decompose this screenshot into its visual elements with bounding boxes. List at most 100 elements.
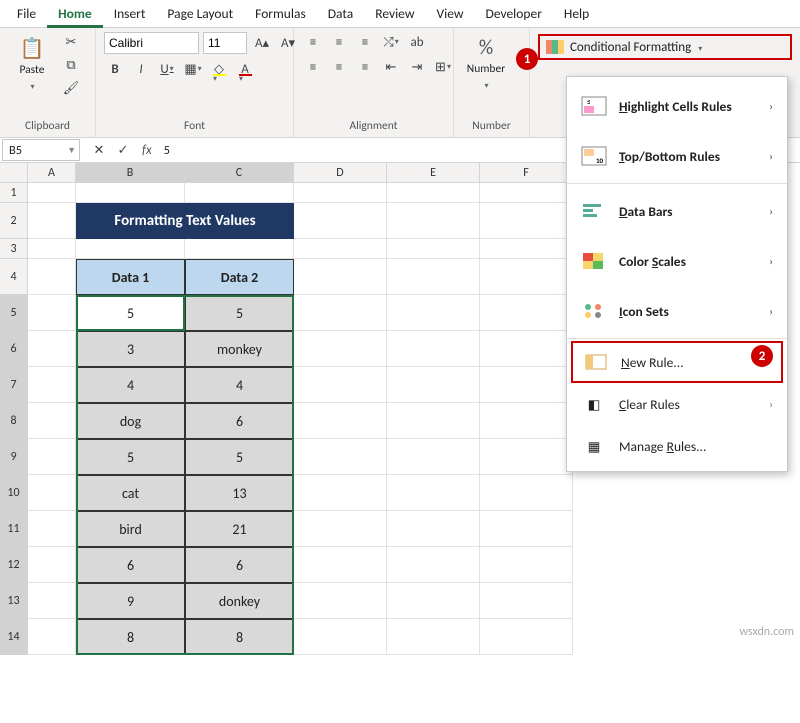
column-header-C[interactable]: C	[185, 163, 294, 183]
cut-button[interactable]: ✂	[60, 32, 82, 52]
row-header-2[interactable]: 2	[0, 203, 28, 239]
cell-C5[interactable]: 5	[185, 295, 294, 331]
cell-B8[interactable]: dog	[76, 403, 185, 439]
font-color-button[interactable]: A	[234, 59, 256, 79]
tab-insert[interactable]: Insert	[103, 0, 157, 27]
cancel-formula-button[interactable]: ✕	[88, 140, 110, 160]
decrease-indent-button[interactable]: ⇤	[380, 57, 402, 77]
tab-developer[interactable]: Developer	[475, 0, 553, 27]
cf-manage-rules[interactable]: ▦ Manage Rules...	[567, 425, 787, 467]
cf-top-bottom-rules[interactable]: 10 Top/Bottom Rules ›	[567, 131, 787, 181]
tab-formulas[interactable]: Formulas	[244, 0, 317, 27]
cell-C13[interactable]: donkey	[185, 583, 294, 619]
cell-B6[interactable]: 3	[76, 331, 185, 367]
percent-icon: %	[479, 36, 493, 60]
column-header-E[interactable]: E	[387, 163, 480, 183]
cell-C7[interactable]: 4	[185, 367, 294, 403]
tab-home[interactable]: Home	[47, 0, 103, 28]
tab-help[interactable]: Help	[553, 0, 600, 27]
column-header-D[interactable]: D	[294, 163, 387, 183]
tab-review[interactable]: Review	[364, 0, 425, 27]
cell-B5[interactable]: 5	[76, 295, 185, 331]
row-header-1[interactable]: 1	[0, 183, 28, 203]
svg-text:10: 10	[596, 156, 604, 165]
cf-item-label: New Rule...	[621, 354, 771, 371]
cell-B14[interactable]: 8	[76, 619, 185, 655]
enter-formula-button[interactable]: ✓	[112, 140, 134, 160]
tab-view[interactable]: View	[425, 0, 474, 27]
italic-button[interactable]: I	[130, 59, 152, 79]
format-painter-button[interactable]: 🖌	[60, 78, 82, 98]
row-header-12[interactable]: 12	[0, 547, 28, 583]
row-header-6[interactable]: 6	[0, 331, 28, 367]
cell-C8[interactable]: 6	[185, 403, 294, 439]
cell-C12[interactable]: 6	[185, 547, 294, 583]
row-header-14[interactable]: 14	[0, 619, 28, 655]
font-size-input[interactable]	[203, 32, 247, 54]
bold-button[interactable]: B	[104, 59, 126, 79]
cell-B9[interactable]: 5	[76, 439, 185, 475]
fx-icon[interactable]: fx	[142, 143, 158, 158]
cf-color-scales[interactable]: Color Scales ›	[567, 236, 787, 286]
cf-data-bars[interactable]: Data Bars ›	[567, 186, 787, 236]
font-name-input[interactable]	[104, 32, 199, 54]
cell-C10[interactable]: 13	[185, 475, 294, 511]
tab-data[interactable]: Data	[317, 0, 364, 27]
copy-button[interactable]: ⧉	[60, 55, 82, 75]
cf-clear-rules[interactable]: ◧ Clear Rules ›	[567, 383, 787, 425]
align-bottom-button[interactable]: ≡	[354, 32, 376, 52]
number-format-button[interactable]: % Number	[462, 32, 510, 92]
increase-font-button[interactable]: A▴	[251, 33, 273, 53]
cell-B13[interactable]: 9	[76, 583, 185, 619]
cell-B7[interactable]: 4	[76, 367, 185, 403]
cell-C11[interactable]: 21	[185, 511, 294, 547]
cf-new-rule[interactable]: New Rule... 2	[571, 341, 783, 383]
row-header-9[interactable]: 9	[0, 439, 28, 475]
fill-color-button[interactable]: ◇	[208, 59, 230, 79]
row-header-7[interactable]: 7	[0, 367, 28, 403]
merge-button[interactable]: ⊞	[432, 57, 454, 77]
align-left-button[interactable]: ≡	[302, 57, 324, 77]
cell-C4[interactable]: Data 2	[185, 259, 294, 295]
row-header-10[interactable]: 10	[0, 475, 28, 511]
tab-file[interactable]: File	[6, 0, 47, 27]
column-header-F[interactable]: F	[480, 163, 573, 183]
chevron-down-icon	[483, 78, 488, 92]
border-button[interactable]: ▦	[182, 59, 204, 79]
row-header-4[interactable]: 4	[0, 259, 28, 295]
row-header-11[interactable]: 11	[0, 511, 28, 547]
column-header-B[interactable]: B	[76, 163, 185, 183]
wrap-text-button[interactable]: ab	[406, 32, 428, 52]
cell-B12[interactable]: 6	[76, 547, 185, 583]
cell-B4[interactable]: Data 1	[76, 259, 185, 295]
align-middle-button[interactable]: ≡	[328, 32, 350, 52]
row-header-5[interactable]: 5	[0, 295, 28, 331]
align-top-button[interactable]: ≡	[302, 32, 324, 52]
increase-indent-button[interactable]: ⇥	[406, 57, 428, 77]
cf-icon-sets[interactable]: Icon Sets ›	[567, 286, 787, 336]
paste-button[interactable]: 📋 Paste	[8, 32, 56, 93]
cell-C14[interactable]: 8	[185, 619, 294, 655]
color-scales-icon	[581, 250, 607, 272]
cf-item-label: Top/Bottom Rules	[619, 148, 757, 165]
formula-input[interactable]: 5	[158, 143, 170, 158]
row-header-3[interactable]: 3	[0, 239, 28, 259]
tab-pagelayout[interactable]: Page Layout	[156, 0, 244, 27]
align-right-button[interactable]: ≡	[354, 57, 376, 77]
name-box[interactable]: B5▼	[2, 139, 80, 161]
cf-item-label: Highlight Cells Rules	[619, 98, 757, 115]
cell-C9[interactable]: 5	[185, 439, 294, 475]
select-all-corner[interactable]	[0, 163, 28, 183]
row-header-13[interactable]: 13	[0, 583, 28, 619]
conditional-formatting-button[interactable]: Conditional Formatting 1	[538, 34, 792, 60]
orientation-button[interactable]: ⤭	[380, 32, 402, 52]
cell-B2[interactable]: Formatting Text Values	[76, 203, 294, 239]
align-center-button[interactable]: ≡	[328, 57, 350, 77]
cell-B10[interactable]: cat	[76, 475, 185, 511]
cf-highlight-cells-rules[interactable]: ≤ Highlight Cells Rules ›	[567, 81, 787, 131]
column-header-A[interactable]: A	[28, 163, 76, 183]
cell-B11[interactable]: bird	[76, 511, 185, 547]
cell-C6[interactable]: monkey	[185, 331, 294, 367]
row-header-8[interactable]: 8	[0, 403, 28, 439]
underline-button[interactable]: U	[156, 59, 178, 79]
